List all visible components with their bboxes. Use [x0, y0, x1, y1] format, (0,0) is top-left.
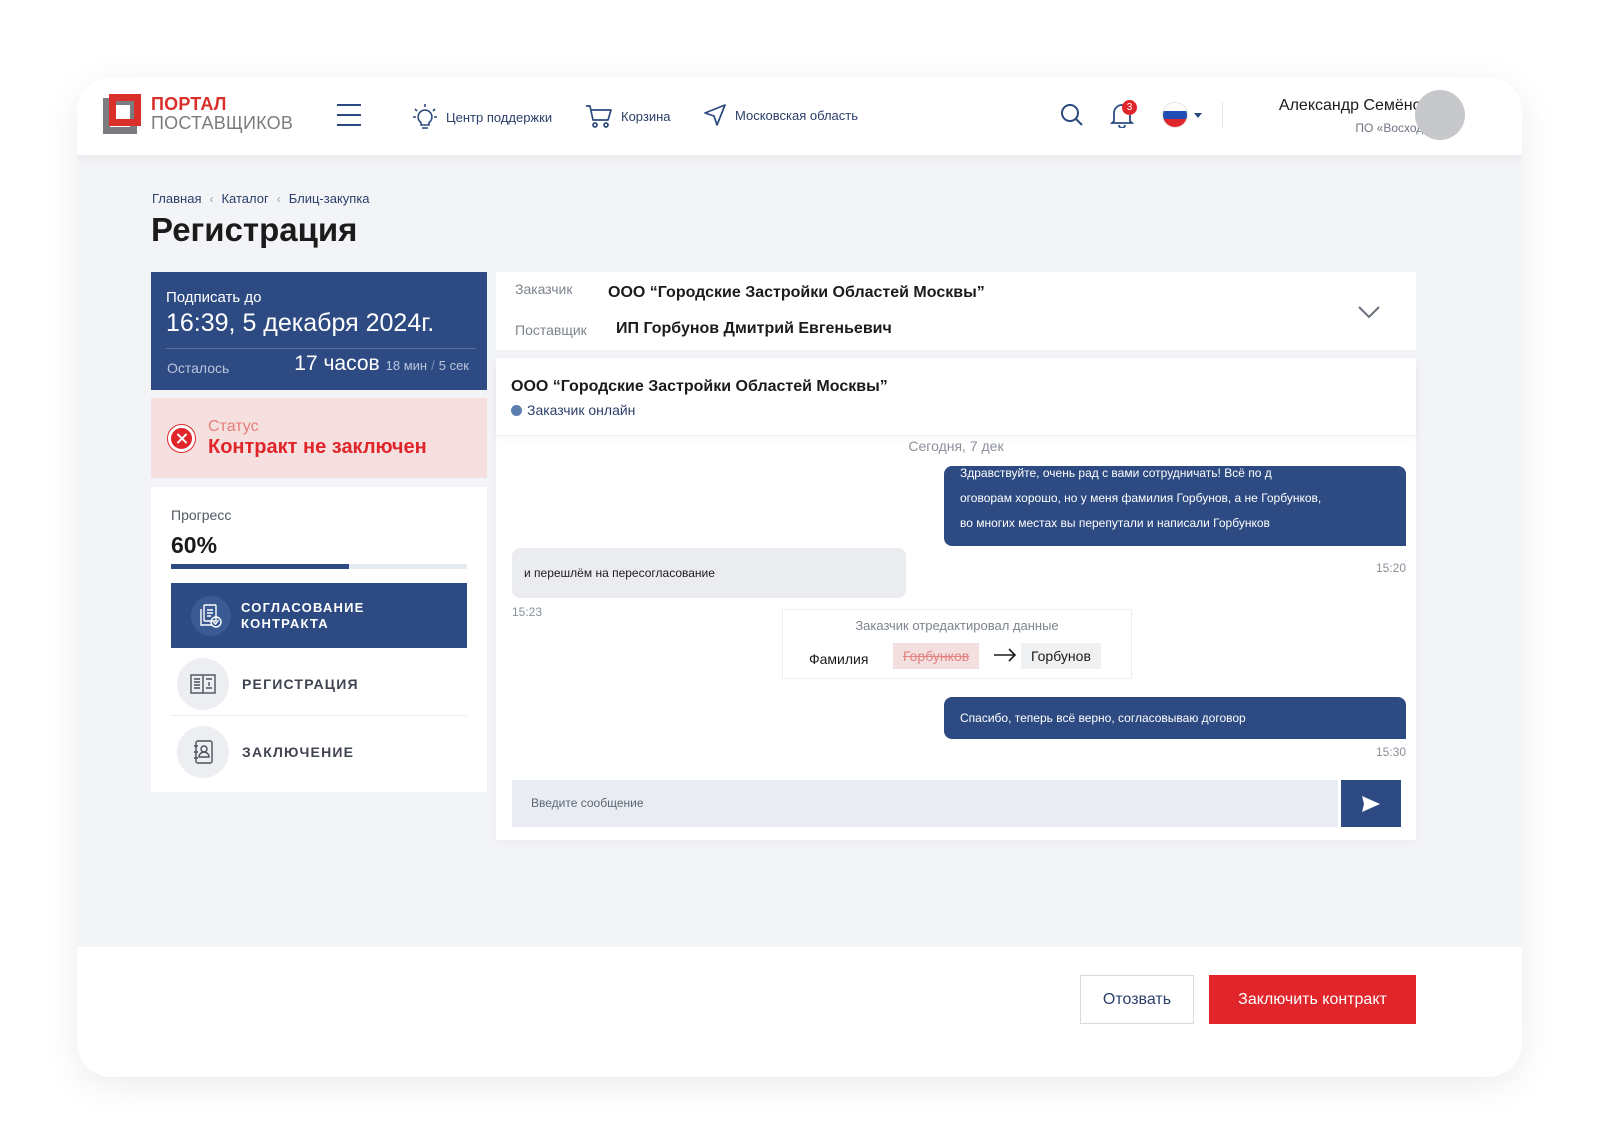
step-registration[interactable]: РЕГИСТРАЦИЯ — [171, 653, 467, 715]
message-outgoing: Здравствуйте, очень рад с вами сотруднич… — [944, 466, 1406, 546]
notifications-button[interactable]: 3 — [1109, 100, 1137, 133]
registry-book-icon — [177, 658, 229, 710]
old-value: Горбунков — [893, 643, 980, 669]
top-header: ПОРТАЛ ПОСТАВЩИКОВ Центр поддержки Корзи… — [77, 77, 1522, 155]
step-label-line1: СОГЛАСОВАНИЕ — [241, 599, 365, 615]
edited-field-name: Фамилия — [809, 651, 869, 667]
deadline-label: Подписать до — [166, 289, 262, 306]
logo-title: ПОРТАЛ — [151, 94, 227, 114]
document-check-icon — [191, 595, 231, 636]
nav-support-label: Центр поддержки — [446, 109, 553, 125]
supplier-label: Поставщик — [515, 322, 587, 338]
message-time: 15:20 — [1375, 561, 1406, 575]
step-conclusion[interactable]: ЗАКЛЮЧЕНИЕ — [171, 721, 467, 783]
nav-support-center[interactable]: Центр поддержки — [412, 103, 552, 131]
timer-separator: / — [431, 358, 435, 373]
breadcrumb-catalog[interactable]: Каталог — [221, 191, 268, 206]
online-status: Заказчик онлайн — [511, 402, 635, 418]
message-time: 15:23 — [512, 605, 543, 619]
status-label: Статус — [208, 418, 259, 435]
breadcrumb-home[interactable]: Главная — [152, 191, 201, 206]
nav-region[interactable]: Московская область — [703, 103, 858, 127]
app-window: ПОРТАЛ ПОСТАВЩИКОВ Центр поддержки Корзи… — [77, 77, 1522, 1077]
remaining-minutes: 18 мин — [385, 358, 428, 373]
deadline-divider — [166, 348, 476, 349]
nav-cart[interactable]: Корзина — [585, 103, 671, 129]
progress-label: Прогресс — [171, 507, 232, 523]
step-divider — [171, 715, 467, 716]
customer-name: ООО “Городские Застройки Областей Москвы… — [608, 284, 985, 301]
error-circle-icon — [168, 425, 195, 452]
search-icon — [1061, 104, 1083, 126]
send-icon — [1362, 795, 1380, 812]
arrow-right-icon — [993, 648, 1017, 667]
message-time: 15:30 — [1375, 745, 1406, 759]
contact-book-icon — [177, 726, 229, 778]
chat-header: ООО “Городские Застройки Областей Москвы… — [496, 358, 1416, 436]
progress-value: 60% — [171, 532, 218, 558]
chevron-left-icon: ‹ — [209, 191, 214, 206]
remaining-seconds: 5 сек — [438, 358, 469, 373]
chat-panel: ООО “Городские Застройки Областей Москвы… — [496, 358, 1416, 840]
supplier-name: ИП Горбунов Дмитрий Евгеньевич — [616, 320, 892, 337]
notification-badge: 3 — [1122, 100, 1137, 115]
logo-mark-icon — [103, 94, 143, 134]
progress-bar — [171, 564, 467, 569]
chat-title: ООО “Городские Застройки Областей Москвы… — [511, 378, 888, 395]
language-selector[interactable] — [1163, 103, 1202, 127]
chevron-left-icon: ‹ — [276, 191, 281, 206]
message-input[interactable]: Введите сообщение — [512, 780, 1338, 827]
message-incoming: и перешлём на пересогласование — [512, 548, 906, 598]
nav-cart-label: Корзина — [621, 108, 671, 124]
online-status-text: Заказчик онлайн — [527, 402, 636, 418]
user-name: Александр Семёнов — [1278, 97, 1430, 114]
customer-label: Заказчик — [515, 281, 573, 297]
russia-flag-icon — [1163, 103, 1187, 127]
breadcrumb-blitz[interactable]: Блиц-закупка — [289, 191, 370, 206]
edit-event-title: Заказчик отредактировал данные — [855, 618, 1059, 633]
withdraw-button[interactable]: Отозвать — [1080, 975, 1194, 1024]
user-organization: ПО «Восход» — [1355, 121, 1430, 135]
cart-icon — [586, 105, 612, 128]
remaining-timer: 17 часов 18 мин / 5 сек — [294, 352, 469, 376]
message-line: во многих местах вы перепутали и написал… — [960, 516, 1270, 530]
new-value: Горбунов — [1021, 643, 1101, 669]
online-dot-icon — [511, 404, 522, 416]
message-outgoing: Спасибо, теперь всё верно, согласовываю … — [944, 697, 1406, 739]
step-contract-approval[interactable]: СОГЛАСОВАНИЕ КОНТРАКТА — [171, 583, 467, 648]
menu-burger-icon[interactable] — [337, 104, 361, 126]
action-footer: Отозвать Заключить контракт — [77, 947, 1522, 1077]
deadline-card: Подписать до 16:39, 5 декабря 2024г. Ост… — [151, 272, 487, 390]
lightbulb-icon — [413, 104, 437, 129]
deadline-date: 16:39, 5 декабря 2024г. — [166, 309, 435, 337]
step-label: РЕГИСТРАЦИЯ — [242, 676, 359, 692]
progress-card: Прогресс 60% СОГЛАСОВАНИЕ КОНТРАКТА РЕГИ… — [151, 487, 487, 792]
page-title: Регистрация — [151, 211, 358, 248]
parties-panel[interactable]: Заказчик ООО “Городские Застройки Област… — [496, 272, 1416, 350]
sign-contract-button[interactable]: Заключить контракт — [1209, 975, 1416, 1024]
date-divider: Сегодня, 7 дек — [908, 438, 1004, 454]
send-button[interactable] — [1341, 780, 1401, 827]
chevron-down-icon[interactable] — [1358, 305, 1380, 324]
edit-event-card: Заказчик отредактировал данные Фамилия Г… — [782, 609, 1132, 679]
avatar[interactable] — [1415, 90, 1465, 140]
user-info[interactable]: Александр Семёнов ПО «Восход» — [1279, 97, 1430, 135]
chevron-down-icon — [1194, 112, 1202, 118]
remaining-hours: 17 часов — [294, 352, 380, 375]
step-label: ЗАКЛЮЧЕНИЕ — [242, 744, 355, 760]
remaining-label: Осталось — [167, 360, 230, 376]
location-arrow-icon — [704, 104, 726, 126]
nav-region-label: Московская область — [735, 107, 859, 123]
search-button[interactable] — [1060, 103, 1084, 132]
progress-bar-fill — [171, 564, 349, 569]
header-divider — [1222, 102, 1223, 128]
step-label-line2: КОНТРАКТА — [241, 615, 329, 631]
logo-subtitle: ПОСТАВЩИКОВ — [151, 113, 294, 133]
portal-logo[interactable]: ПОРТАЛ ПОСТАВЩИКОВ — [103, 94, 293, 134]
breadcrumb: Главная ‹ Каталог ‹ Блиц-закупка — [152, 191, 370, 206]
status-value: Контракт не заключен — [208, 436, 427, 458]
status-card: Статус Контракт не заключен — [151, 398, 487, 478]
